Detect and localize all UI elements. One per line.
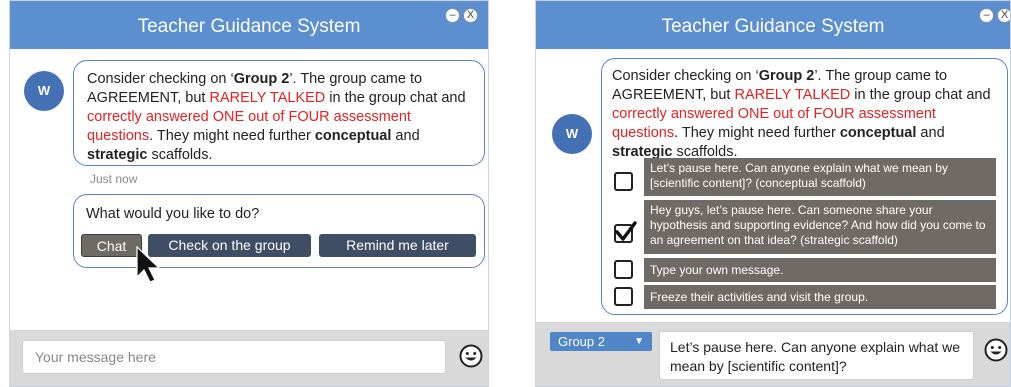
guidance-message-with-options: Consider checking on ‘Group 2’. The grou… xyxy=(601,58,1008,315)
group-name: Group 2 xyxy=(758,68,815,84)
message-text: . They might need further xyxy=(149,128,315,144)
remind-later-button[interactable]: Remind me later xyxy=(319,234,476,257)
message-text: . They might need further xyxy=(674,125,840,141)
option-checkbox-checked[interactable] xyxy=(614,221,637,243)
checkmark-icon xyxy=(615,221,637,241)
scaffold-option-row: Let’s pause here. Can anyone explain wha… xyxy=(614,158,996,196)
close-icon[interactable]: X xyxy=(997,8,1010,23)
scaffold-option-row: Hey guys, let’s pause here. Can someone … xyxy=(614,200,996,254)
option-checkbox[interactable] xyxy=(614,260,633,279)
scaffold-option-row: Freeze their activities and visit the gr… xyxy=(614,285,996,309)
message-text: scaffolds. xyxy=(147,147,213,163)
input-bar: Your message here xyxy=(10,330,488,386)
scaffold-option[interactable]: Let’s pause here. Can anyone explain wha… xyxy=(644,158,996,196)
group-dropdown[interactable]: Group 2 ▼ xyxy=(550,332,652,351)
chat-button[interactable]: Chat xyxy=(81,234,142,257)
scaffold-option[interactable]: Type your own message. xyxy=(644,258,996,282)
group-dropdown-label: Group 2 xyxy=(558,334,605,349)
smiley-icon[interactable] xyxy=(984,338,1008,362)
scaffold-option[interactable]: Hey guys, let’s pause here. Can someone … xyxy=(644,200,996,254)
chat-window-options: Teacher Guidance System – X W Consider c… xyxy=(535,0,1011,387)
guidance-message: Consider checking on ‘Group 2’. The grou… xyxy=(612,67,997,162)
check-on-group-button[interactable]: Check on the group xyxy=(148,234,311,257)
message-input[interactable]: Let’s pause here. Can anyone explain wha… xyxy=(659,331,974,380)
timestamp: Just now xyxy=(90,172,138,186)
message-input[interactable]: Your message here xyxy=(22,340,446,374)
close-icon[interactable]: X xyxy=(463,8,478,23)
emphasis-text: strategic xyxy=(87,147,148,163)
prompt-text: What would you like to do? xyxy=(86,206,260,222)
smiley-icon[interactable] xyxy=(459,344,483,368)
message-text: Consider checking on xyxy=(87,71,231,87)
message-text: in the group chat and xyxy=(850,87,991,103)
minimize-icon[interactable]: – xyxy=(979,8,994,23)
guidance-message: Consider checking on ‘Group 2’. The grou… xyxy=(73,60,485,166)
alert-text: RARELY TALKED xyxy=(209,90,326,106)
minimize-icon[interactable]: – xyxy=(445,8,460,23)
dropdown-caret-icon: ▼ xyxy=(634,336,644,347)
chat-window-initial: Teacher Guidance System – X W Consider c… xyxy=(9,0,489,387)
group-name: Group 2 xyxy=(233,71,290,87)
scaffold-option-row: Type your own message. xyxy=(614,258,996,282)
avatar: W xyxy=(552,114,592,154)
option-checkbox[interactable] xyxy=(614,172,633,191)
emphasis-text: conceptual xyxy=(314,128,392,144)
avatar: W xyxy=(24,71,64,111)
message-text: and xyxy=(391,128,420,144)
option-checkbox[interactable] xyxy=(614,287,633,306)
message-text: in the group chat and xyxy=(325,90,466,106)
window-title: Teacher Guidance System xyxy=(10,1,488,49)
alert-text: RARELY TALKED xyxy=(734,87,851,103)
cursor-arrow-icon xyxy=(136,246,161,283)
window-title: Teacher Guidance System xyxy=(536,1,1010,49)
message-text: Consider checking on xyxy=(612,68,756,84)
scaffold-option[interactable]: Freeze their activities and visit the gr… xyxy=(644,285,996,309)
emphasis-text: conceptual xyxy=(839,125,917,141)
message-text: and xyxy=(916,125,945,141)
